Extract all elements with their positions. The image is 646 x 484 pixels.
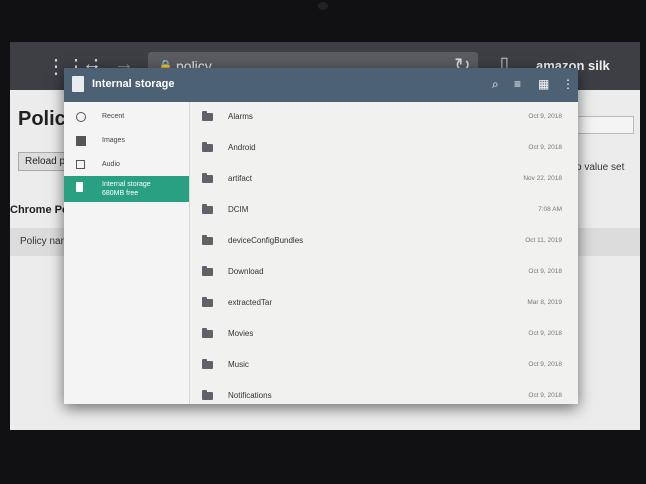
sd-card-icon: [76, 182, 83, 192]
folder-icon: [202, 266, 213, 276]
root-label: Internal storage 680MB free: [102, 180, 151, 198]
folder-icon: [202, 235, 213, 245]
list-item[interactable]: Music Oct 9, 2018: [190, 350, 578, 381]
folder-icon: [202, 359, 213, 369]
file-picker-dialog: Internal storage ⌕ ≡ ▦ ⋮ Recent Images A…: [64, 68, 578, 404]
file-list: Alarms Oct 9, 2018 Android Oct 9, 2018 a…: [190, 102, 578, 404]
file-date: Oct 9, 2018: [528, 361, 562, 368]
dialog-header: Internal storage ⌕ ≡ ▦ ⋮: [64, 68, 578, 102]
root-images[interactable]: Images: [64, 130, 189, 156]
list-item[interactable]: DCIM 7:08 AM: [190, 195, 578, 226]
audio-icon: [76, 160, 85, 169]
section-title: Chrome Po: [10, 204, 69, 216]
page-title: Polic: [18, 108, 66, 130]
dialog-title: Internal storage: [92, 78, 175, 90]
file-date: 7:08 AM: [538, 206, 562, 213]
folder-icon: [202, 173, 213, 183]
camera-icon: [318, 2, 328, 10]
search-icon[interactable]: ⌕: [492, 77, 499, 92]
file-name: Alarms: [228, 112, 253, 121]
sd-card-icon: [72, 76, 84, 92]
folder-icon: [202, 390, 213, 400]
file-date: Oct 11, 2019: [525, 237, 562, 244]
file-name: extractedTar: [228, 298, 273, 307]
file-date: Oct 9, 2018: [528, 113, 562, 120]
no-value-checkbox-label[interactable]: o value set: [576, 162, 624, 173]
file-name: Music: [228, 360, 249, 369]
list-item[interactable]: Notifications Oct 9, 2018: [190, 381, 578, 404]
folder-icon: [202, 204, 213, 214]
file-date: Oct 9, 2018: [528, 144, 562, 151]
file-date: Oct 9, 2018: [528, 392, 562, 399]
list-item[interactable]: artifact Nov 22, 2018: [190, 164, 578, 195]
root-label: Audio: [102, 161, 120, 168]
root-internal-storage[interactable]: Internal storage 680MB free: [64, 176, 189, 202]
file-name: Notifications: [228, 391, 272, 400]
list-item[interactable]: Download Oct 9, 2018: [190, 257, 578, 288]
file-name: DCIM: [228, 205, 249, 214]
file-name: Download: [228, 267, 264, 276]
list-item[interactable]: Android Oct 9, 2018: [190, 133, 578, 164]
filter-input[interactable]: [576, 116, 634, 134]
file-name: deviceConfigBundles: [228, 236, 304, 245]
grid-view-icon[interactable]: ▦: [538, 77, 549, 91]
list-item[interactable]: extractedTar Mar 8, 2019: [190, 288, 578, 319]
column-header-policy-name: Policy nam: [20, 236, 69, 247]
more-options-icon[interactable]: ⋮: [562, 77, 574, 91]
file-date: Oct 9, 2018: [528, 330, 562, 337]
file-name: artifact: [228, 174, 253, 183]
root-label: Recent: [102, 113, 125, 120]
folder-icon: [202, 297, 213, 307]
root-subtitle: 680MB free: [102, 190, 139, 197]
sort-icon[interactable]: ≡: [514, 77, 521, 91]
folder-icon: [202, 111, 213, 121]
clock-icon: [76, 112, 86, 122]
folder-icon: [202, 142, 213, 152]
file-date: Oct 9, 2018: [528, 268, 562, 275]
root-recent[interactable]: Recent: [64, 106, 189, 132]
folder-icon: [202, 328, 213, 338]
list-item[interactable]: Movies Oct 9, 2018: [190, 319, 578, 350]
roots-sidebar: Recent Images Audio Internal storage 680…: [64, 102, 190, 404]
file-date: Mar 8, 2019: [527, 299, 562, 306]
file-name: Android: [228, 143, 256, 152]
list-item[interactable]: Alarms Oct 9, 2018: [190, 102, 578, 133]
root-title: Internal storage: [102, 181, 151, 188]
list-item[interactable]: deviceConfigBundles Oct 11, 2019: [190, 226, 578, 257]
file-name: Movies: [228, 329, 254, 338]
root-label: Images: [102, 137, 125, 144]
image-icon: [76, 136, 86, 146]
file-date: Nov 22, 2018: [523, 175, 562, 182]
